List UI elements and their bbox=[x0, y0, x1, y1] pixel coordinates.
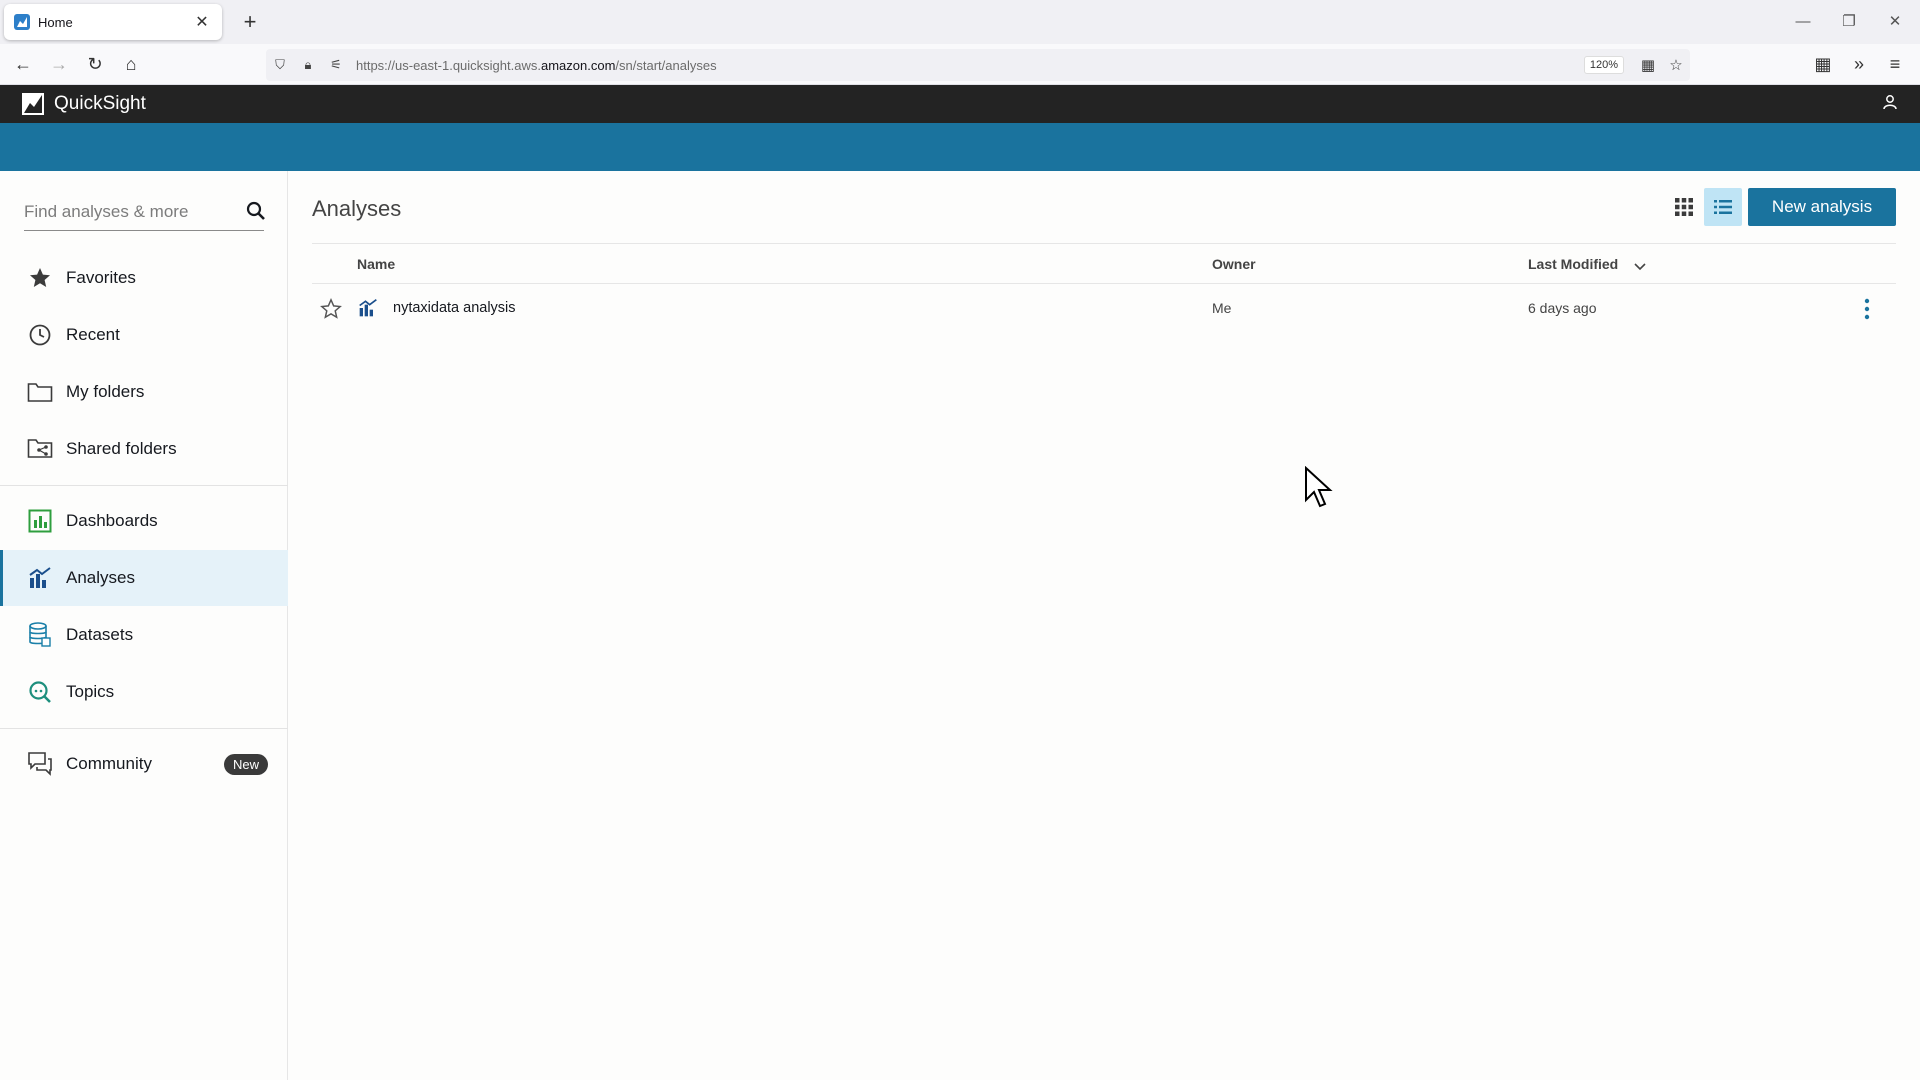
grid-view-button[interactable] bbox=[1665, 188, 1703, 226]
sidebar-item-label: Recent bbox=[66, 325, 120, 344]
new-analysis-button[interactable]: New analysis bbox=[1748, 188, 1896, 226]
permissions-icon[interactable]: ⚟ bbox=[322, 57, 350, 73]
home-icon[interactable]: ⌂ bbox=[116, 50, 146, 78]
sidebar-item-label: My folders bbox=[66, 382, 145, 401]
header-banner bbox=[0, 123, 1920, 171]
app-title[interactable]: QuickSight bbox=[54, 93, 146, 115]
sidebar-item-label: Community bbox=[66, 754, 152, 773]
bookmark-star-icon[interactable]: ☆ bbox=[1662, 56, 1690, 74]
back-icon[interactable]: ← bbox=[8, 50, 38, 78]
user-icon[interactable] bbox=[1882, 94, 1898, 114]
sidebar-item-recent[interactable]: Recent bbox=[0, 307, 288, 363]
url-bar[interactable]: ⛉ 🔒︎ ⚟ https://us-east-1.quicksight.aws.… bbox=[266, 49, 1690, 81]
shield-icon[interactable]: ⛉ bbox=[266, 57, 294, 73]
community-icon bbox=[26, 750, 54, 778]
search-icon[interactable] bbox=[245, 200, 267, 224]
shared-folder-icon bbox=[26, 435, 54, 463]
list-icon bbox=[1714, 200, 1732, 214]
last-modified-cell: 6 days ago bbox=[1528, 300, 1597, 316]
sidebar-item-favorites[interactable]: Favorites bbox=[0, 250, 288, 306]
page-title: Analyses bbox=[312, 196, 402, 221]
zoom-level[interactable]: 120% bbox=[1583, 56, 1624, 74]
browser-navbar: ← → ↻ ⌂ ⛉ 🔒︎ ⚟ https://us-east-1.quicksi… bbox=[0, 44, 1920, 85]
search-box bbox=[24, 193, 267, 231]
analysis-name-link[interactable]: nytaxidata analysis bbox=[393, 300, 516, 316]
reload-icon[interactable]: ↻ bbox=[80, 50, 110, 78]
sidebar-item-label: Favorites bbox=[66, 268, 136, 287]
quicksight-logo-icon[interactable] bbox=[22, 93, 44, 115]
sidebar-item-shared-folders[interactable]: Shared folders bbox=[0, 421, 288, 477]
column-header-name[interactable]: Name bbox=[357, 256, 395, 272]
close-window-icon[interactable]: ✕ bbox=[1872, 8, 1918, 36]
owner-cell: Me bbox=[1212, 300, 1232, 316]
sidebar-item-analyses[interactable]: Analyses bbox=[0, 550, 288, 606]
favorite-star-icon[interactable] bbox=[320, 298, 342, 325]
column-header-last-modified[interactable]: Last Modified bbox=[1528, 256, 1618, 272]
search-input[interactable] bbox=[24, 201, 245, 222]
sidebar-divider bbox=[0, 728, 288, 729]
analysis-icon bbox=[26, 564, 54, 592]
lock-icon[interactable]: 🔒︎ bbox=[294, 57, 322, 73]
mouse-cursor-icon bbox=[1304, 465, 1334, 513]
quicksight-favicon-icon bbox=[14, 14, 30, 30]
new-tab-icon[interactable]: + bbox=[236, 8, 264, 36]
minimize-icon[interactable]: — bbox=[1780, 8, 1826, 36]
grid-icon bbox=[1675, 198, 1693, 216]
sidebar-item-my-folders[interactable]: My folders bbox=[0, 364, 288, 420]
sidebar-item-label: Dashboards bbox=[66, 511, 158, 530]
overflow-chevron-icon[interactable]: » bbox=[1844, 50, 1874, 78]
sidebar-item-label: Shared folders bbox=[66, 439, 177, 458]
folder-icon bbox=[26, 378, 54, 406]
sidebar-item-community[interactable]: Community New bbox=[0, 736, 288, 792]
table-row[interactable]: nytaxidata analysis Me 6 days ago bbox=[312, 284, 1896, 334]
sidebar-item-label: Topics bbox=[66, 682, 115, 701]
menu-icon[interactable]: ≡ bbox=[1880, 50, 1910, 78]
restore-icon[interactable]: ❐ bbox=[1826, 8, 1872, 36]
browser-tab[interactable]: Home ✕ bbox=[4, 4, 222, 40]
table-header: Name Owner Last Modified bbox=[312, 243, 1896, 284]
url-text[interactable]: https://us-east-1.quicksight.aws.amazon.… bbox=[356, 58, 1584, 73]
app-header: QuickSight bbox=[0, 85, 1920, 123]
list-view-button[interactable] bbox=[1704, 188, 1742, 226]
extensions-icon[interactable]: ▦ bbox=[1808, 50, 1838, 78]
sidebar-item-dashboards[interactable]: Dashboards bbox=[0, 493, 288, 549]
tab-close-icon[interactable]: ✕ bbox=[192, 12, 212, 32]
sidebar: Favorites Recent My folders Shared folde… bbox=[0, 171, 288, 1080]
topics-icon bbox=[26, 678, 54, 706]
dataset-icon bbox=[26, 621, 54, 649]
star-icon bbox=[26, 264, 54, 292]
sidebar-item-topics[interactable]: Topics bbox=[0, 664, 288, 720]
sidebar-item-label: Analyses bbox=[66, 568, 135, 587]
new-badge: New bbox=[223, 753, 268, 775]
more-options-icon[interactable] bbox=[1864, 298, 1870, 325]
qr-icon[interactable]: ▦ bbox=[1634, 56, 1662, 74]
dashboard-icon bbox=[26, 507, 54, 535]
tab-title: Home bbox=[38, 14, 73, 30]
sidebar-item-datasets[interactable]: Datasets bbox=[0, 607, 288, 663]
analysis-icon bbox=[358, 298, 378, 323]
sidebar-divider bbox=[0, 485, 288, 486]
clock-icon bbox=[26, 321, 54, 349]
forward-icon[interactable]: → bbox=[44, 50, 74, 78]
sidebar-item-label: Datasets bbox=[66, 625, 134, 644]
column-header-owner[interactable]: Owner bbox=[1212, 256, 1256, 272]
browser-tabstrip: Home ✕ + — ❐ ✕ bbox=[0, 0, 1920, 44]
sort-chevron-down-icon[interactable] bbox=[1634, 258, 1646, 274]
